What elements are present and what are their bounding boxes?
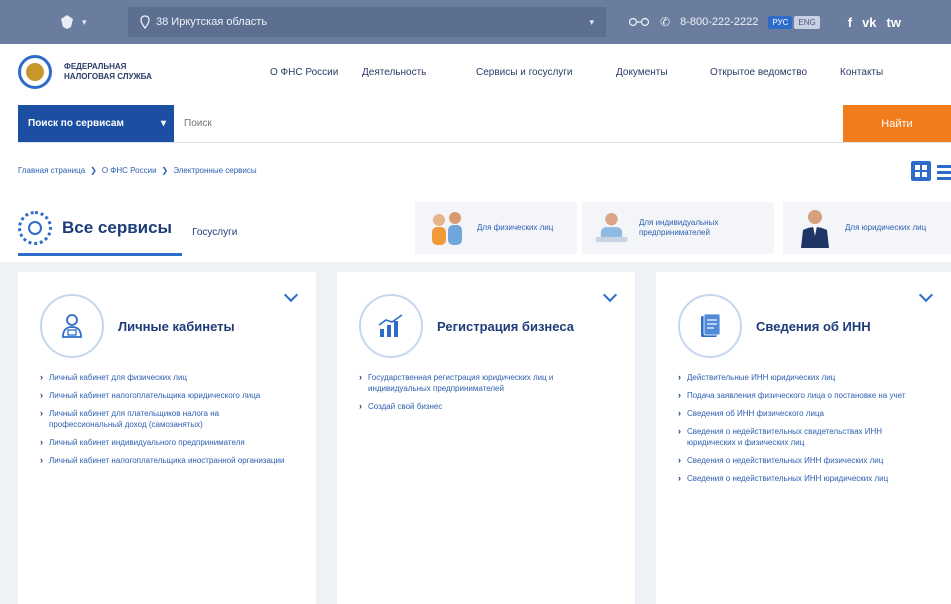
grid-view-icon[interactable] xyxy=(911,161,931,181)
emblem-selector[interactable]: ▾ xyxy=(0,13,128,31)
card-links: › Государственная регистрация юридических… xyxy=(337,358,635,412)
family-icon xyxy=(432,212,462,245)
location-pin-icon xyxy=(140,15,150,29)
chevron-right-icon: › xyxy=(678,455,681,465)
chevron-right-icon: › xyxy=(359,372,362,382)
card-title[interactable]: Сведения об ИНН xyxy=(756,319,871,334)
chevron-right-icon: › xyxy=(678,473,681,483)
nav-about[interactable]: О ФНС России xyxy=(270,67,362,78)
chevron-right-icon: › xyxy=(40,408,43,418)
list-item[interactable]: › Создай свой бизнес xyxy=(359,401,613,412)
chevron-right-icon: › xyxy=(40,455,43,465)
list-item[interactable]: › Подача заявления физического лица о пос… xyxy=(678,390,929,401)
list-item[interactable]: › Сведения о недействительных ИНН физичес… xyxy=(678,455,929,466)
audience-legal-entities-label: Для юридических лиц xyxy=(845,223,927,232)
nav-open-agency[interactable]: Открытое ведомство xyxy=(710,67,840,78)
businessman-icon xyxy=(801,210,829,248)
user-cabinet-icon xyxy=(40,294,104,358)
chevron-right-icon: › xyxy=(40,372,43,382)
region-label: 38 Иркутская область xyxy=(156,16,268,28)
list-item[interactable]: › Личный кабинет для плательщиков налога … xyxy=(40,408,294,430)
service-card-inn-info: Сведения об ИНН › Действительные ИНН юрид… xyxy=(656,272,951,604)
card-title[interactable]: Регистрация бизнеса xyxy=(437,319,574,334)
chevron-down-icon: ▾ xyxy=(589,16,594,27)
audience-entrepreneurs-label: Для индивидуальных предпринимателей xyxy=(638,218,719,237)
tab-all-services-label: Все сервисы xyxy=(62,217,173,237)
glasses-icon[interactable] xyxy=(628,17,650,27)
chevron-right-icon: › xyxy=(678,390,681,400)
breadcrumb-about[interactable]: О ФНС России xyxy=(102,166,157,175)
tab-all-services[interactable]: Все сервисы xyxy=(18,202,183,256)
card-title[interactable]: Личные кабинеты xyxy=(118,319,235,334)
search-bar: Поиск по сервисам ▾ Найти xyxy=(18,105,951,143)
search-scope-label: Поиск по сервисам xyxy=(28,118,124,129)
logo-text[interactable]: ФЕДЕРАЛЬНАЯ НАЛОГОВАЯ СЛУЖБА xyxy=(64,62,174,82)
card-links: › Действительные ИНН юридических лиц › Под… xyxy=(656,358,951,484)
search-button[interactable]: Найти xyxy=(843,105,951,142)
services-gear-icon xyxy=(18,210,52,245)
chevron-right-icon: ❯ xyxy=(90,166,97,175)
audience-entrepreneurs[interactable]: Для индивидуальных предпринимателей xyxy=(582,202,774,254)
top-bar: ▾ 38 Иркутская область ▾ ✆ 8-800-222-222… xyxy=(0,0,951,44)
emblem-icon xyxy=(61,15,73,29)
breadcrumb-home[interactable]: Главная страница xyxy=(18,166,85,175)
view-toggle xyxy=(911,161,951,181)
phone-icon: ✆ xyxy=(660,15,671,29)
fns-logo-icon[interactable] xyxy=(18,55,52,89)
chevron-right-icon: › xyxy=(359,401,362,411)
social-links: f vk tw xyxy=(848,15,901,30)
list-view-icon[interactable] xyxy=(937,161,951,181)
nav-contacts[interactable]: Контакты xyxy=(840,67,900,78)
nav-services[interactable]: Сервисы и госуслуги xyxy=(476,67,616,78)
facebook-icon[interactable]: f xyxy=(848,15,852,30)
tab-gosuslugi[interactable]: Госуслуги xyxy=(192,227,237,238)
list-item[interactable]: › Личный кабинет для физических лиц xyxy=(40,372,294,383)
list-item[interactable]: › Личный кабинет налогоплательщика иностр… xyxy=(40,455,294,466)
list-item[interactable]: › Личный кабинет индивидуального предприн… xyxy=(40,437,294,448)
vk-icon[interactable]: vk xyxy=(862,15,876,30)
document-icon xyxy=(678,294,742,358)
chevron-right-icon: › xyxy=(40,390,43,400)
main-nav: О ФНС России Деятельность Сервисы и госу… xyxy=(270,67,900,78)
search-scope-select[interactable]: Поиск по сервисам ▾ xyxy=(18,105,174,142)
region-selector[interactable]: 38 Иркутская область ▾ xyxy=(128,7,606,37)
list-item[interactable]: › Действительные ИНН юридических лиц xyxy=(678,372,929,383)
chevron-down-icon: ▾ xyxy=(160,118,166,129)
chevron-right-icon: ❯ xyxy=(161,166,169,175)
service-card-business-registration: Регистрация бизнеса › Государственная рег… xyxy=(337,272,635,604)
list-item[interactable]: › Сведения о недействительных ИНН юридиче… xyxy=(678,473,929,484)
list-item[interactable]: › Государственная регистрация юридических… xyxy=(359,372,613,394)
entrepreneur-icon xyxy=(595,212,628,243)
chevron-right-icon: › xyxy=(678,408,681,418)
list-item[interactable]: › Сведения о недействительных свидетельст… xyxy=(678,426,929,448)
business-growth-icon xyxy=(359,294,423,358)
service-card-personal-accounts: Личные кабинеты › Личный кабинет для физи… xyxy=(18,272,316,604)
lang-en[interactable]: ENG xyxy=(794,15,820,29)
language-switch: РУС ENG xyxy=(768,15,820,29)
chevron-right-icon: › xyxy=(678,426,681,436)
nav-activity[interactable]: Деятельность xyxy=(362,67,476,78)
chevron-down-icon: ▾ xyxy=(82,16,87,27)
audience-individuals-label: Для физических лиц xyxy=(477,223,554,232)
card-links: › Личный кабинет для физических лиц › Личн… xyxy=(18,358,316,466)
twitter-icon[interactable]: tw xyxy=(887,15,901,30)
chevron-right-icon: › xyxy=(678,372,681,382)
breadcrumb-current: Электронные сервисы xyxy=(173,166,257,175)
hotline-phone[interactable]: 8-800-222-2222 xyxy=(680,16,758,28)
breadcrumb: Главная страница ❯ О ФНС России ❯ Электр… xyxy=(18,166,257,175)
audience-legal-entities[interactable]: Для юридических лиц xyxy=(783,202,951,254)
service-tabs: Все сервисы Госуслуги xyxy=(18,200,237,258)
audience-individuals[interactable]: Для физических лиц xyxy=(415,202,577,254)
list-item[interactable]: › Личный кабинет налогоплательщика юридич… xyxy=(40,390,294,401)
site-header: ФЕДЕРАЛЬНАЯ НАЛОГОВАЯ СЛУЖБА О ФНС Росси… xyxy=(0,44,951,100)
list-item[interactable]: › Сведения об ИНН физического лица xyxy=(678,408,929,419)
search-input[interactable] xyxy=(174,105,843,142)
chevron-right-icon: › xyxy=(40,437,43,447)
nav-documents[interactable]: Документы xyxy=(616,67,710,78)
lang-ru[interactable]: РУС xyxy=(768,15,793,29)
